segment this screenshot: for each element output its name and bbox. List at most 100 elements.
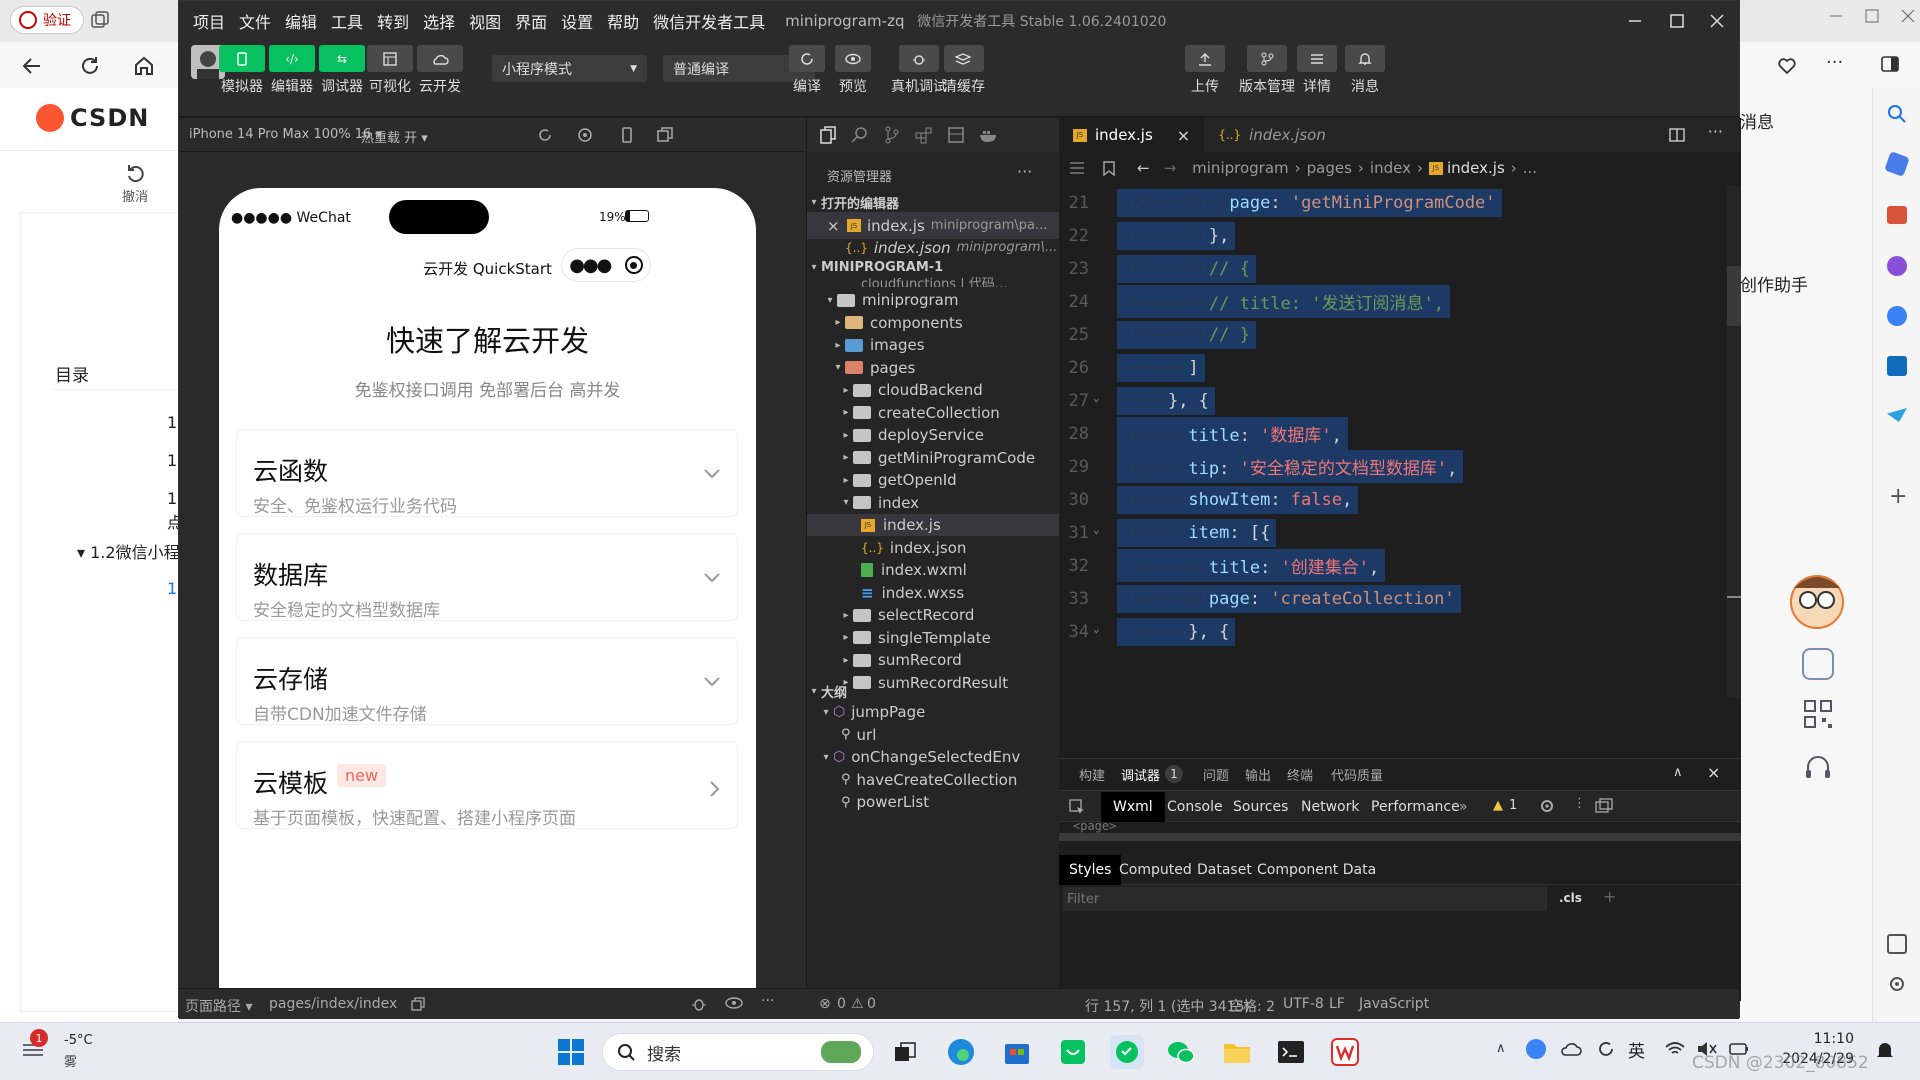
tree-folder[interactable]: ▾ pages	[807, 357, 1060, 379]
cloud-dev-button[interactable]: 云开发	[417, 45, 463, 96]
back-icon[interactable]	[20, 54, 44, 78]
tree-file[interactable]: JS index.js	[807, 514, 1060, 536]
more-icon[interactable]: ···	[1017, 162, 1032, 181]
bug-icon[interactable]	[691, 996, 707, 1012]
tab-component-data[interactable]: Component Data	[1257, 855, 1376, 885]
menu-select[interactable]: 选择	[423, 9, 455, 33]
outline-item[interactable]: ⚲ powerList	[807, 791, 1060, 813]
store-icon[interactable]	[1000, 1035, 1034, 1069]
popout-icon[interactable]	[657, 127, 673, 143]
tree-folder[interactable]: ▸ createCollection	[807, 402, 1060, 424]
warning-icon[interactable]: ▲	[1493, 798, 1503, 813]
extensions-icon[interactable]	[915, 126, 933, 144]
cloud-icon[interactable]	[1560, 1039, 1582, 1059]
more-icon[interactable]: ···	[1826, 52, 1843, 73]
outline-item[interactable]: ⚲ haveCreateCollection	[807, 769, 1060, 791]
preview-button[interactable]: 预览	[835, 45, 871, 96]
menu-wechat-devtools[interactable]: 微信开发者工具	[653, 9, 765, 33]
eye-icon[interactable]	[725, 996, 743, 1010]
edge-icon[interactable]	[944, 1035, 978, 1069]
kebab-icon[interactable]: ⋮	[1573, 796, 1586, 811]
fold-icon[interactable]: ⌄	[1093, 622, 1100, 635]
language-mode[interactable]: JavaScript	[1359, 996, 1429, 1012]
simulator-button[interactable]: 模拟器	[219, 45, 265, 96]
outline-item[interactable]: ⚲ url	[807, 724, 1060, 746]
sidebar-toggle-icon[interactable]	[1880, 54, 1900, 74]
code-area[interactable]: 21 ··········page: 'getMiniProgramCode' 2…	[1059, 186, 1741, 698]
toc-item[interactable]: ▾ 1.2微信小程	[77, 539, 180, 563]
heart-pulse-icon[interactable]	[1776, 54, 1798, 76]
toolbox-icon[interactable]	[1887, 206, 1907, 224]
minimize-icon[interactable]	[1826, 6, 1846, 26]
split-editor-icon[interactable]	[1669, 127, 1685, 143]
mode-select[interactable]: 小程序模式 ▼	[492, 55, 647, 82]
terminal-icon[interactable]	[1274, 1035, 1308, 1069]
source-control-icon[interactable]	[883, 126, 901, 144]
warning-icon[interactable]: ⚠	[851, 996, 864, 1012]
chevron-up-icon[interactable]: ∧	[1496, 1041, 1506, 1056]
messages-button[interactable]: 消息	[1345, 45, 1385, 96]
fold-icon[interactable]: ⌄	[1093, 391, 1100, 404]
close-icon[interactable]: ×	[1707, 763, 1720, 782]
cloud-function-card[interactable]: 云函数 安全、免鉴权运行业务代码	[237, 430, 737, 517]
mascot-icon[interactable]	[1782, 568, 1852, 644]
settings-icon[interactable]	[1887, 974, 1907, 994]
telegram-icon[interactable]	[1887, 408, 1907, 422]
indent-setting[interactable]: 空格: 2	[1229, 996, 1275, 1016]
dt-minimize-icon[interactable]	[1615, 5, 1655, 37]
more-icon[interactable]: ●●●	[569, 255, 612, 276]
subtab-network[interactable]: Network	[1301, 792, 1359, 822]
layout-icon[interactable]	[947, 126, 965, 144]
headset-icon[interactable]	[1802, 752, 1834, 784]
wechat-pay-icon[interactable]	[1056, 1035, 1090, 1069]
close-icon[interactable]: ×	[1177, 126, 1190, 145]
list-icon[interactable]	[1069, 161, 1085, 175]
dt-maximize-icon[interactable]	[1657, 5, 1697, 37]
qrcode-icon[interactable]	[1802, 698, 1834, 730]
fold-icon[interactable]: ⌄	[1093, 523, 1100, 536]
reload-icon[interactable]	[78, 54, 102, 78]
outline-item[interactable]: ▾ ⬡ jumpPage	[807, 701, 1060, 723]
tab-index-json[interactable]: {..} index.json	[1204, 118, 1340, 152]
refresh-icon[interactable]	[537, 127, 553, 143]
tree-folder[interactable]: ▸ cloudBackend	[807, 379, 1060, 401]
games-icon[interactable]	[1887, 256, 1907, 276]
tab-computed[interactable]: Computed	[1119, 855, 1192, 885]
panel-splitter[interactable]	[1059, 833, 1741, 841]
phone-icon[interactable]	[619, 127, 635, 143]
remote-debug-button[interactable]: 真机调试	[891, 45, 947, 96]
tree-folder[interactable]: ▸ components	[807, 312, 1060, 334]
tag-icon[interactable]	[1884, 151, 1910, 177]
tree-folder[interactable]: ▸ getMiniProgramCode	[807, 447, 1060, 469]
subtab-performance[interactable]: Performance	[1371, 792, 1460, 822]
inspect-icon[interactable]	[1069, 799, 1085, 815]
csdn-logo[interactable]: CSDN	[36, 104, 149, 132]
undo-button[interactable]: 撤消	[122, 162, 148, 205]
docker-icon[interactable]	[979, 127, 999, 143]
dock-icon[interactable]	[1595, 798, 1613, 814]
add-rule-icon[interactable]: +	[1603, 887, 1616, 906]
editor-scrollbar[interactable]	[1727, 186, 1741, 698]
menu-view[interactable]: 视图	[469, 9, 501, 33]
menu-file[interactable]: 文件	[239, 9, 271, 33]
stop-icon[interactable]	[577, 127, 593, 143]
home-icon[interactable]	[132, 54, 156, 78]
bookmark-icon[interactable]	[1103, 160, 1115, 176]
tree-file[interactable]: index.wxml	[807, 559, 1060, 581]
tab-output[interactable]: 输出	[1245, 759, 1271, 789]
search-icon[interactable]	[1887, 104, 1907, 124]
error-icon[interactable]: ⊗	[819, 996, 831, 1012]
tab-problems[interactable]: 问题	[1203, 759, 1229, 789]
sync-icon[interactable]	[1596, 1039, 1616, 1059]
restore-icon[interactable]	[1862, 6, 1882, 26]
tree-folder[interactable]: ▸ sumRecord	[807, 649, 1060, 671]
page-path-select[interactable]: 页面路径 ▾	[185, 996, 252, 1016]
copy-icon[interactable]	[411, 997, 425, 1011]
task-view-icon[interactable]	[888, 1035, 922, 1069]
verify-chip[interactable]: 验证	[10, 6, 84, 34]
menu-project[interactable]: 项目	[193, 9, 225, 33]
tab-index-js[interactable]: JS index.js ×	[1059, 118, 1205, 152]
device-select[interactable]: iPhone 14 Pro Max 100% 16 ▾	[189, 127, 382, 142]
capsule-menu[interactable]: ●●●	[561, 248, 651, 282]
version-button[interactable]: 版本管理	[1239, 45, 1295, 96]
